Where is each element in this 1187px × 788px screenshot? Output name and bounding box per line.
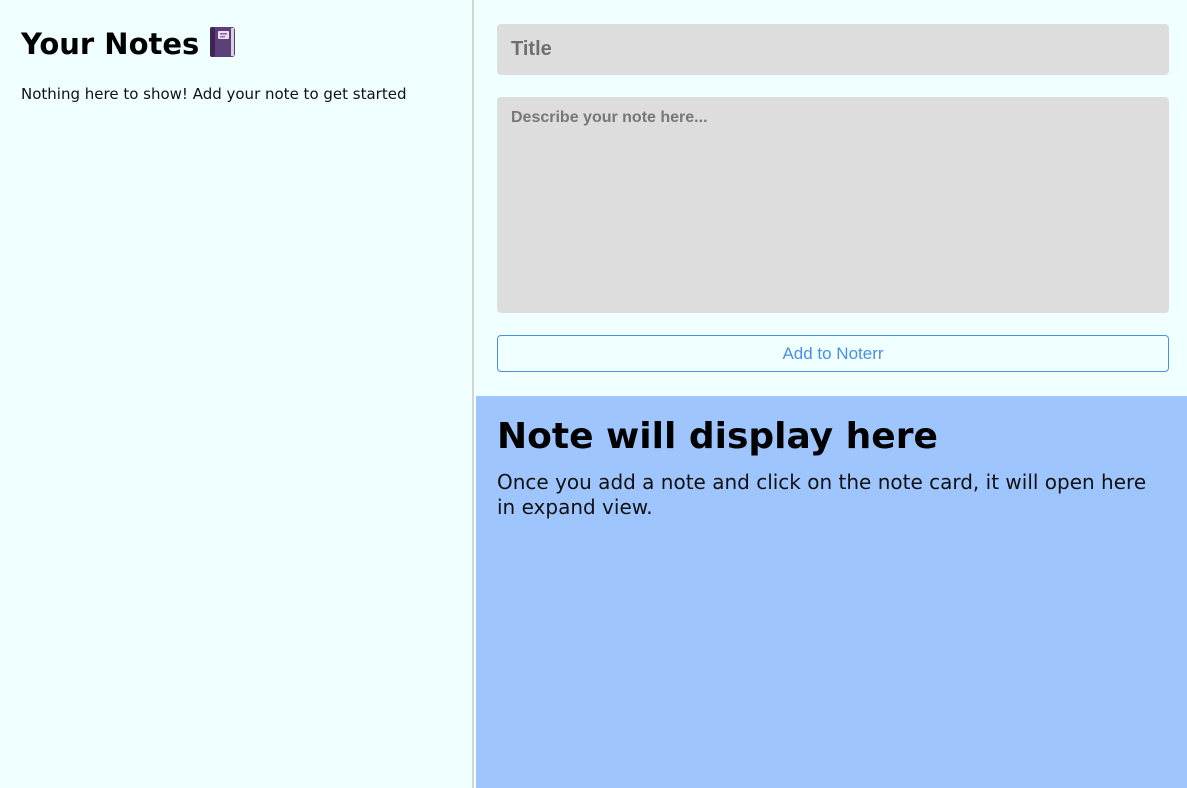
display-message: Once you add a note and click on the not… (497, 470, 1147, 519)
title-input[interactable] (497, 24, 1169, 75)
add-note-button[interactable]: Add to Noterr (497, 335, 1169, 372)
notebook-icon (207, 26, 237, 69)
display-heading: Note will display here (497, 416, 938, 457)
empty-notes-message: Nothing here to show! Add your note to g… (21, 85, 407, 103)
note-display-panel: Note will display here Once you add a no… (476, 396, 1187, 788)
description-input[interactable] (497, 97, 1169, 313)
page-title: Your Notes (21, 23, 237, 69)
notes-app: Your Notes Nothing here to show! Add you… (0, 0, 1187, 788)
notes-sidebar: Your Notes Nothing here to show! Add you… (0, 0, 474, 788)
page-title-text: Your Notes (21, 27, 200, 61)
note-form: Add to Noterr (476, 0, 1187, 396)
